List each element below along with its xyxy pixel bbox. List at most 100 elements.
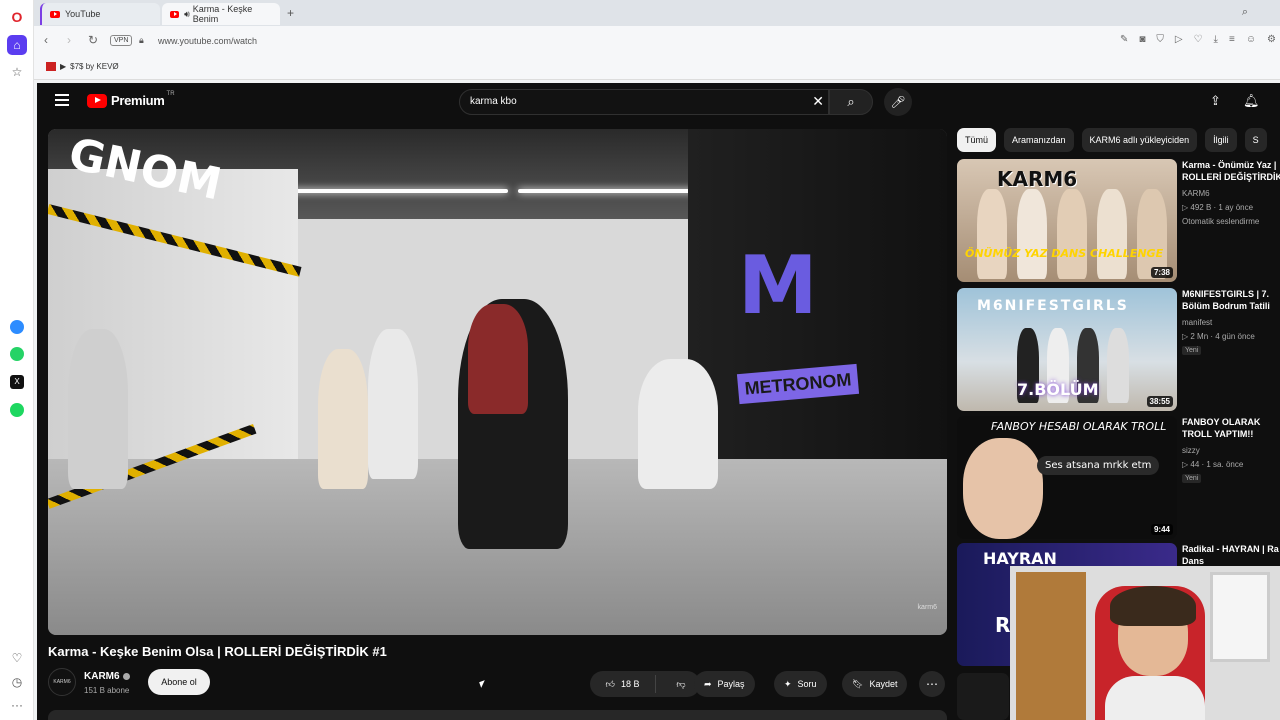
back-icon[interactable]: ‹ <box>44 33 48 47</box>
reload-icon[interactable]: ↻ <box>88 33 98 47</box>
video-thumbnail[interactable]: M6NIFESTGIRLS 7.BÖLÜM 38:55 <box>957 288 1177 411</box>
recommendation-item[interactable]: M6NIFESTGIRLS 7.BÖLÜM 38:55 M6NIFESTGIRL… <box>957 288 1277 413</box>
bell-icon[interactable]: 🔔︎ <box>1243 93 1260 109</box>
more-actions-button[interactable]: ⋯ <box>919 671 945 697</box>
tab-strip: YouTube 🔊︎ Karma - Keşke Benim + ⌕ <box>34 0 1280 26</box>
subscriber-count: 151 B abone <box>84 686 130 695</box>
vpn-badge[interactable]: VPN <box>110 35 133 46</box>
sparkle-icon: ✦ <box>784 678 792 689</box>
video-thumbnail[interactable]: KARM6 ÖNÜMÜZ YAZ DANS CHALLENGE 7:38 <box>957 159 1177 282</box>
forward-icon[interactable]: › <box>67 33 71 47</box>
thumbnail-letter: R <box>995 613 1011 637</box>
search-button[interactable]: ⌕ <box>829 89 873 115</box>
youtube-header: Premium TR karma kbo ✕ ⌕ 🎤︎ ⇪ 🔔︎ <box>37 83 1280 121</box>
clear-icon[interactable]: ✕ <box>812 93 824 110</box>
bookmark-icon: 🔖︎ <box>852 678 864 689</box>
new-tab-button[interactable]: + <box>287 6 294 20</box>
rec-title[interactable]: Karma - Önümüz Yaz | ROLLERİ DEĞİŞTİRDİK <box>1182 159 1280 183</box>
recommendation-item[interactable]: KARM6 ÖNÜMÜZ YAZ DANS CHALLENGE 7:38 Kar… <box>957 159 1280 284</box>
channel-name[interactable]: KARM6 <box>84 671 130 682</box>
download-icon[interactable]: ⤓ <box>1214 34 1218 45</box>
thumbnail-person <box>977 189 1007 279</box>
recommendation-item[interactable]: FANBOY HESABI OLARAK TROLL Ses atsana mr… <box>957 416 1277 541</box>
channel-avatar[interactable]: KARM6 <box>48 668 76 696</box>
bookmark-favicon-icon <box>46 62 56 71</box>
thumbnail-person <box>1097 189 1127 279</box>
more-icon[interactable]: ··· <box>7 695 27 715</box>
chip-all[interactable]: Tümü <box>957 128 997 152</box>
spotify-icon[interactable] <box>7 400 27 420</box>
upload-icon[interactable]: ⇪ <box>1210 93 1221 109</box>
tab-karma[interactable]: 🔊︎ Karma - Keşke Benim <box>162 3 280 25</box>
video-thumbnail[interactable] <box>957 673 1009 720</box>
tab-title: YouTube <box>65 9 101 19</box>
ask-button[interactable]: ✦ Soru <box>774 671 827 697</box>
heart-icon[interactable]: ♡ <box>1194 34 1203 45</box>
like-dislike-group: 👍︎ 18 B 👎︎ <box>590 671 700 697</box>
opera-logo-icon[interactable]: O <box>7 7 27 27</box>
chip-related[interactable]: İlgili <box>1205 128 1237 152</box>
rec-meta: ▷ 44 · 1 sa. önce <box>1182 460 1244 469</box>
chip-more[interactable]: S <box>1244 128 1267 152</box>
duration-badge: 9:44 <box>1150 524 1173 535</box>
thumbnail-person <box>1137 189 1167 279</box>
scene-light <box>278 189 508 193</box>
chip-from-search[interactable]: Aramanızdan <box>1004 128 1074 152</box>
rec-title[interactable]: M6NIFESTGIRLS | 7. Bölüm Bodrum Tatili <box>1182 288 1280 312</box>
filter-chips: Tümü Aramanızdan KARM6 adlı yükleyiciden… <box>957 128 1267 152</box>
url-field[interactable]: www.youtube.com/watch <box>158 36 257 46</box>
whatsapp-icon[interactable] <box>7 344 27 364</box>
bookmark-item[interactable]: ▶ $7$ by KEVØ <box>46 62 119 71</box>
save-button[interactable]: 🔖︎ Kaydet <box>842 671 908 697</box>
tab-search-icon[interactable]: ⌕ <box>1242 6 1248 19</box>
rec-channel[interactable]: KARM6 <box>1182 189 1210 198</box>
play-icon: ▶ <box>60 62 67 71</box>
video-thumbnail[interactable]: FANBOY HESABI OLARAK TROLL Ses atsana mr… <box>957 416 1177 539</box>
video-player[interactable]: GNOM M METRONOM karm6 <box>48 129 947 635</box>
bookmarks-bar: ▶ $7$ by KEVØ <box>34 56 1280 80</box>
duration-badge: 38:55 <box>1146 396 1173 407</box>
thumbnail-person <box>1057 189 1087 279</box>
webcam-door <box>1016 572 1086 720</box>
thumbs-up-icon: 👍︎ <box>605 678 615 689</box>
verified-icon <box>122 672 130 680</box>
play-icon[interactable]: ▷ <box>1175 34 1183 45</box>
thumbnail-person <box>1017 189 1047 279</box>
chip-from-uploader[interactable]: KARM6 adlı yükleyiciden <box>1081 128 1198 152</box>
menu-icon[interactable] <box>55 94 69 106</box>
search-input[interactable]: karma kbo ✕ <box>459 89 829 115</box>
scene-logo: M <box>738 239 818 332</box>
youtube-logo[interactable]: Premium TR <box>87 91 175 108</box>
description-box[interactable] <box>48 710 947 720</box>
camera-icon[interactable]: ◙ <box>1139 34 1145 45</box>
webcam-overlay <box>1010 566 1280 720</box>
like-count: 18 B <box>620 679 640 689</box>
history-icon[interactable]: ◷ <box>7 672 27 692</box>
profile-icon[interactable]: ☺ <box>1246 34 1256 45</box>
like-button[interactable]: 👍︎ 18 B <box>590 675 656 693</box>
home-icon[interactable]: ⌂ <box>7 35 27 55</box>
mic-button[interactable]: 🎤︎ <box>884 88 912 116</box>
thumbs-down-icon: 👎︎ <box>676 678 686 689</box>
share-button[interactable]: ➦ Paylaş <box>694 671 755 697</box>
logo-text: Premium <box>111 93 165 108</box>
heart-icon[interactable]: ♡ <box>7 648 27 668</box>
rec-channel[interactable]: sizzy <box>1182 446 1200 455</box>
rec-title[interactable]: FANBOY OLARAK TROLL YAPTIM!! <box>1182 416 1280 440</box>
rec-channel[interactable]: manifest <box>1182 318 1212 327</box>
rec-meta: ▷ 2 Mn · 4 gün önce <box>1182 332 1255 341</box>
menu-lines-icon[interactable]: ≡ <box>1229 34 1235 45</box>
x-twitter-icon[interactable]: X <box>7 372 27 392</box>
speaker-icon: 🔊︎ <box>184 8 190 19</box>
star-icon[interactable]: ☆ <box>7 62 27 82</box>
shield-icon[interactable]: ⛉ <box>1156 34 1164 45</box>
extensions-icon[interactable]: ⚙ <box>1267 34 1276 45</box>
tab-youtube[interactable]: YouTube <box>40 3 160 25</box>
messenger-icon[interactable] <box>7 317 27 337</box>
subscribe-button[interactable]: Abone ol <box>148 669 210 695</box>
thumbnail-person <box>1107 328 1129 403</box>
rec-title[interactable]: Radikal - HAYRAN | Ra Dans <box>1182 543 1280 567</box>
lock-icon[interactable]: 🔒︎ <box>139 35 144 46</box>
webcam-hair <box>1110 586 1196 626</box>
edit-icon[interactable]: ✎ <box>1120 34 1128 45</box>
